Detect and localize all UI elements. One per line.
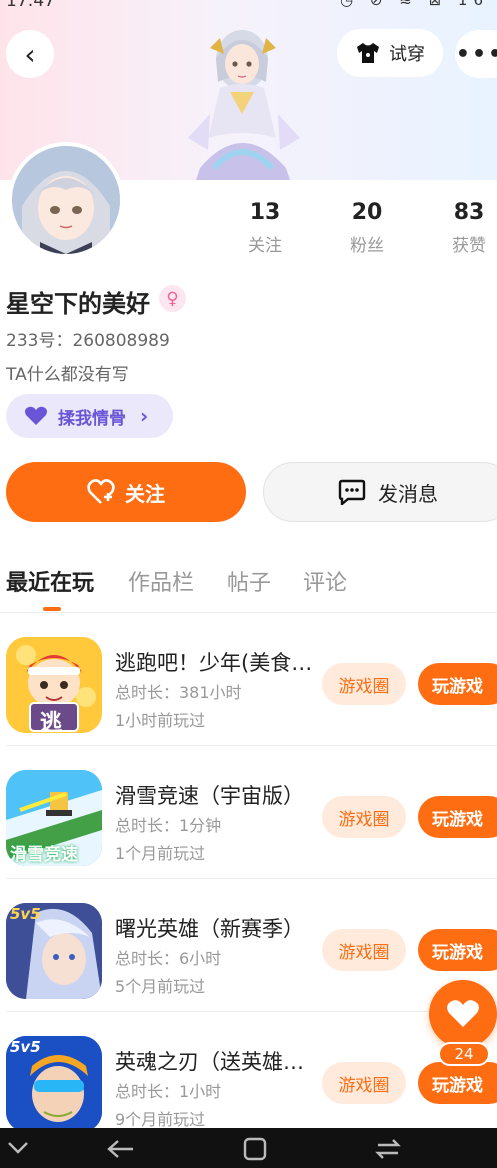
tab-posts[interactable]: 帖子 [227,565,271,597]
game-circle-button[interactable]: 游戏圈 [322,929,406,971]
game-icon-text: 逃 [40,711,63,733]
game-icon[interactable]: 5v5 [6,903,102,999]
game-circle-button[interactable]: 游戏圈 [322,663,406,705]
back-icon: ‹ [24,37,36,71]
play-game-button[interactable]: 玩游戏 [418,663,497,705]
game-icon-text: 5v5 [10,905,41,923]
more-options-button[interactable]: ••• [455,30,497,78]
game-row[interactable]: 5v5 曙光英雄（新赛季） 总时长：6小时 5个月前玩过 游戏圈 玩游戏 [0,879,497,1012]
status-bar: 17:47 ◷ ⊘ ≋ ⊠ 16 [0,0,497,13]
game-name: 英魂之刃（送英雄… [115,1050,304,1074]
stat-likes-label: 获赞 [452,236,486,256]
like-count-badge: 24 [438,1042,490,1066]
tshirt-icon [357,43,379,63]
try-on-label: 试穿 [389,44,425,65]
stat-fans-value: 20 [351,200,383,225]
game-last-played: 1个月前玩过 [115,844,206,863]
chat-bubble-icon [338,479,366,505]
active-tab-indicator [43,607,61,611]
back-button[interactable]: ‹ [6,30,54,78]
tab-recently-played[interactable]: 最近在玩 [6,565,94,597]
tab-comments[interactable]: 评论 [303,565,347,597]
game-row[interactable]: 5v5 英魂之刃（送英雄… 总时长：1小时 9个月前玩过 游戏圈 玩游戏 [0,1012,497,1145]
game-duration: 总时长：381小时 [115,683,242,702]
chevron-right-icon: › [140,404,149,428]
purple-heart-icon [25,406,47,425]
game-icon-text: 滑雪竞速 [10,845,78,865]
game-last-played: 5个月前玩过 [115,977,206,996]
nickname: 星空下的美好 [6,290,150,318]
stat-following-label: 关注 [248,236,282,256]
game-circle-button[interactable]: 游戏圈 [322,796,406,838]
heart-icon [447,1000,479,1027]
bio: TA什么都没有写 [6,365,129,385]
game-icon[interactable]: 逃 [6,637,102,733]
game-icon-text: 5v5 [10,1038,41,1056]
game-row[interactable]: 逃 逃跑吧！少年(美食… 总时长：381小时 1小时前玩过 游戏圈 玩游戏 [0,613,497,746]
tab-works[interactable]: 作品栏 [128,565,194,597]
game-name: 逃跑吧！少年(美食… [115,651,313,675]
send-message-label: 发消息 [378,481,438,506]
game-icon[interactable]: 滑雪竞速 [6,770,102,866]
stat-fans[interactable]: 20 粉丝 [327,200,407,256]
game-duration: 总时长：1小时 [115,1082,222,1101]
avatar[interactable] [8,142,124,258]
status-icons: ◷ ⊘ ≋ ⊠ 16 [340,0,489,9]
game-circle-button[interactable]: 游戏圈 [322,1062,406,1104]
avatar-figure-illustration [188,30,300,180]
game-icon[interactable]: 5v5 [6,1036,102,1132]
game-duration: 总时长：6小时 [115,949,222,968]
stat-fans-label: 粉丝 [350,236,384,256]
affinity-button[interactable]: 揉我情骨 › [6,394,173,438]
heart-plus-icon [87,479,115,504]
floating-like-button[interactable] [429,980,497,1048]
system-navigation-bar [0,1128,497,1168]
recent-apps-icon[interactable] [374,1138,402,1160]
more-icon: ••• [455,41,497,67]
game-row[interactable]: 滑雪竞速 滑雪竞速（宇宙版） 总时长：1分钟 1个月前玩过 游戏圈 玩游戏 [0,746,497,879]
game-last-played: 9个月前玩过 [115,1110,206,1129]
chevron-down-icon[interactable] [6,1140,30,1156]
send-message-button[interactable]: 发消息 [263,462,497,522]
status-time: 17:47 [6,0,55,11]
game-name: 曙光英雄（新赛季） [115,917,304,941]
home-square-icon[interactable] [242,1136,268,1162]
stat-following-value: 13 [249,200,281,225]
avatar-image [12,146,120,254]
game-name: 滑雪竞速（宇宙版） [115,784,304,808]
game-duration: 总时长：1分钟 [115,816,222,835]
follow-button[interactable]: 关注 [6,462,246,522]
back-arrow-icon[interactable] [106,1138,136,1160]
affinity-label: 揉我情骨 [58,408,126,429]
stat-likes-value: 83 [453,200,485,225]
stat-likes[interactable]: 83 获赞 [429,200,497,256]
user-id: 233号：260808989 [6,331,170,351]
follow-label: 关注 [125,481,165,506]
female-gender-icon: ♀ [159,285,186,312]
game-last-played: 1小时前玩过 [115,711,206,730]
try-on-button[interactable]: 试穿 [337,29,443,77]
play-game-button[interactable]: 玩游戏 [418,1062,497,1104]
play-game-button[interactable]: 玩游戏 [418,796,497,838]
stat-following[interactable]: 13 关注 [225,200,305,256]
play-game-button[interactable]: 玩游戏 [418,929,497,971]
